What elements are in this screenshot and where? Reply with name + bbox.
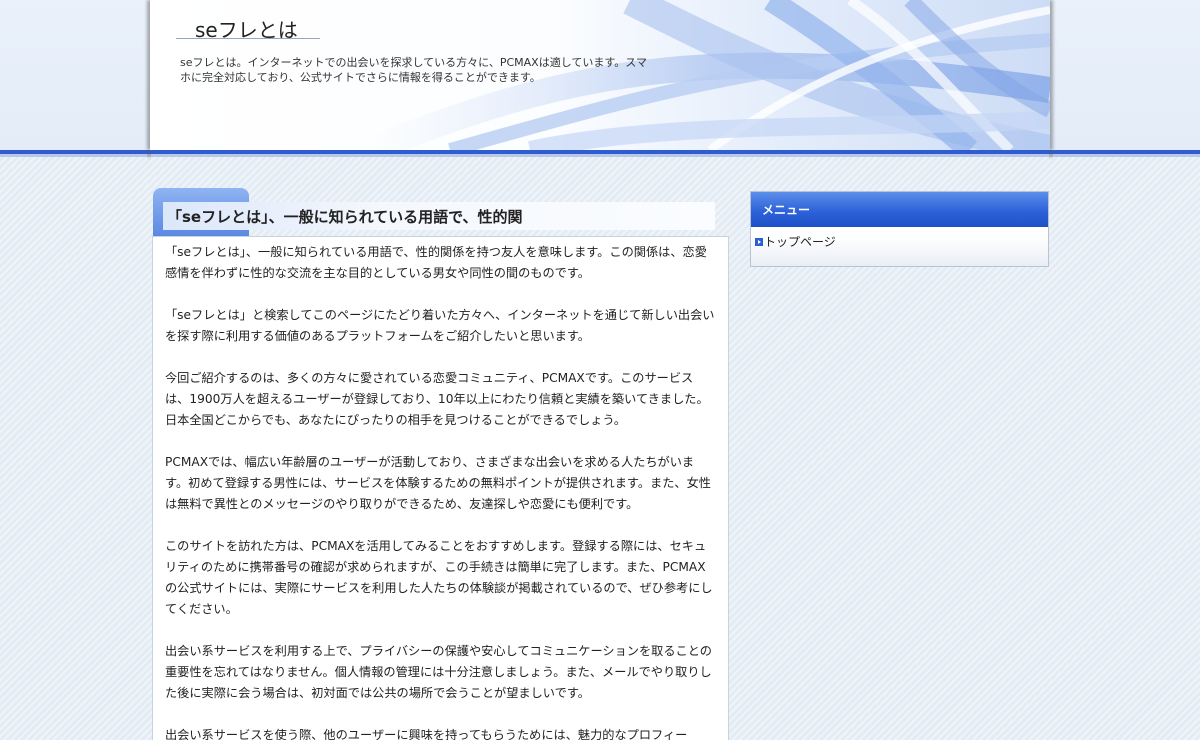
header-shadow-right xyxy=(1049,150,1053,160)
header-divider-shadow xyxy=(0,154,1200,157)
sidebar-item-label: トップページ xyxy=(764,235,836,249)
article-paragraph: PCMAXでは、幅広い年齢層のユーザーが活動しており、さまざまな出会いを求める人… xyxy=(165,455,711,511)
article-text: 「seフレとは」、一般に知られている用語で、性的関係を持つ友人を意味します。この… xyxy=(165,242,717,740)
article-paragraph: 「seフレとは」、一般に知られている用語で、性的関係を持つ友人を意味します。この… xyxy=(165,245,707,280)
header-shadow-left xyxy=(147,150,151,160)
sidebar-item-top-page[interactable]: トップページ xyxy=(755,233,836,250)
article-title: 「seフレとは」、一般に知られている用語で、性的関 xyxy=(167,208,523,226)
title-underline xyxy=(176,38,320,39)
site-description: seフレとは。インターネットでの出会いを探求している方々に、PCMAXは適してい… xyxy=(180,56,647,84)
article-paragraph: 今回ご紹介するのは、多くの方々に愛されている恋愛コミュニティ、PCMAXです。こ… xyxy=(165,371,709,427)
article-paragraph: 出会い系サービスを使う際、他のユーザーに興味を持ってもらうためには、魅力的なプロ… xyxy=(165,728,688,740)
article-paragraph: 「seフレとは」と検索してこのページにたどり着いた方々へ、インターネットを通じて… xyxy=(165,308,715,343)
arrow-right-icon xyxy=(755,237,763,246)
article-paragraph: このサイトを訪れた方は、PCMAXを活用してみることをおすすめします。登録する際… xyxy=(165,539,713,616)
sidebar-menu-title: メニュー xyxy=(762,203,811,217)
article-paragraph: 出会い系サービスを利用する上で、プライバシーの保護や安心してコミュニケーションを… xyxy=(165,644,712,700)
